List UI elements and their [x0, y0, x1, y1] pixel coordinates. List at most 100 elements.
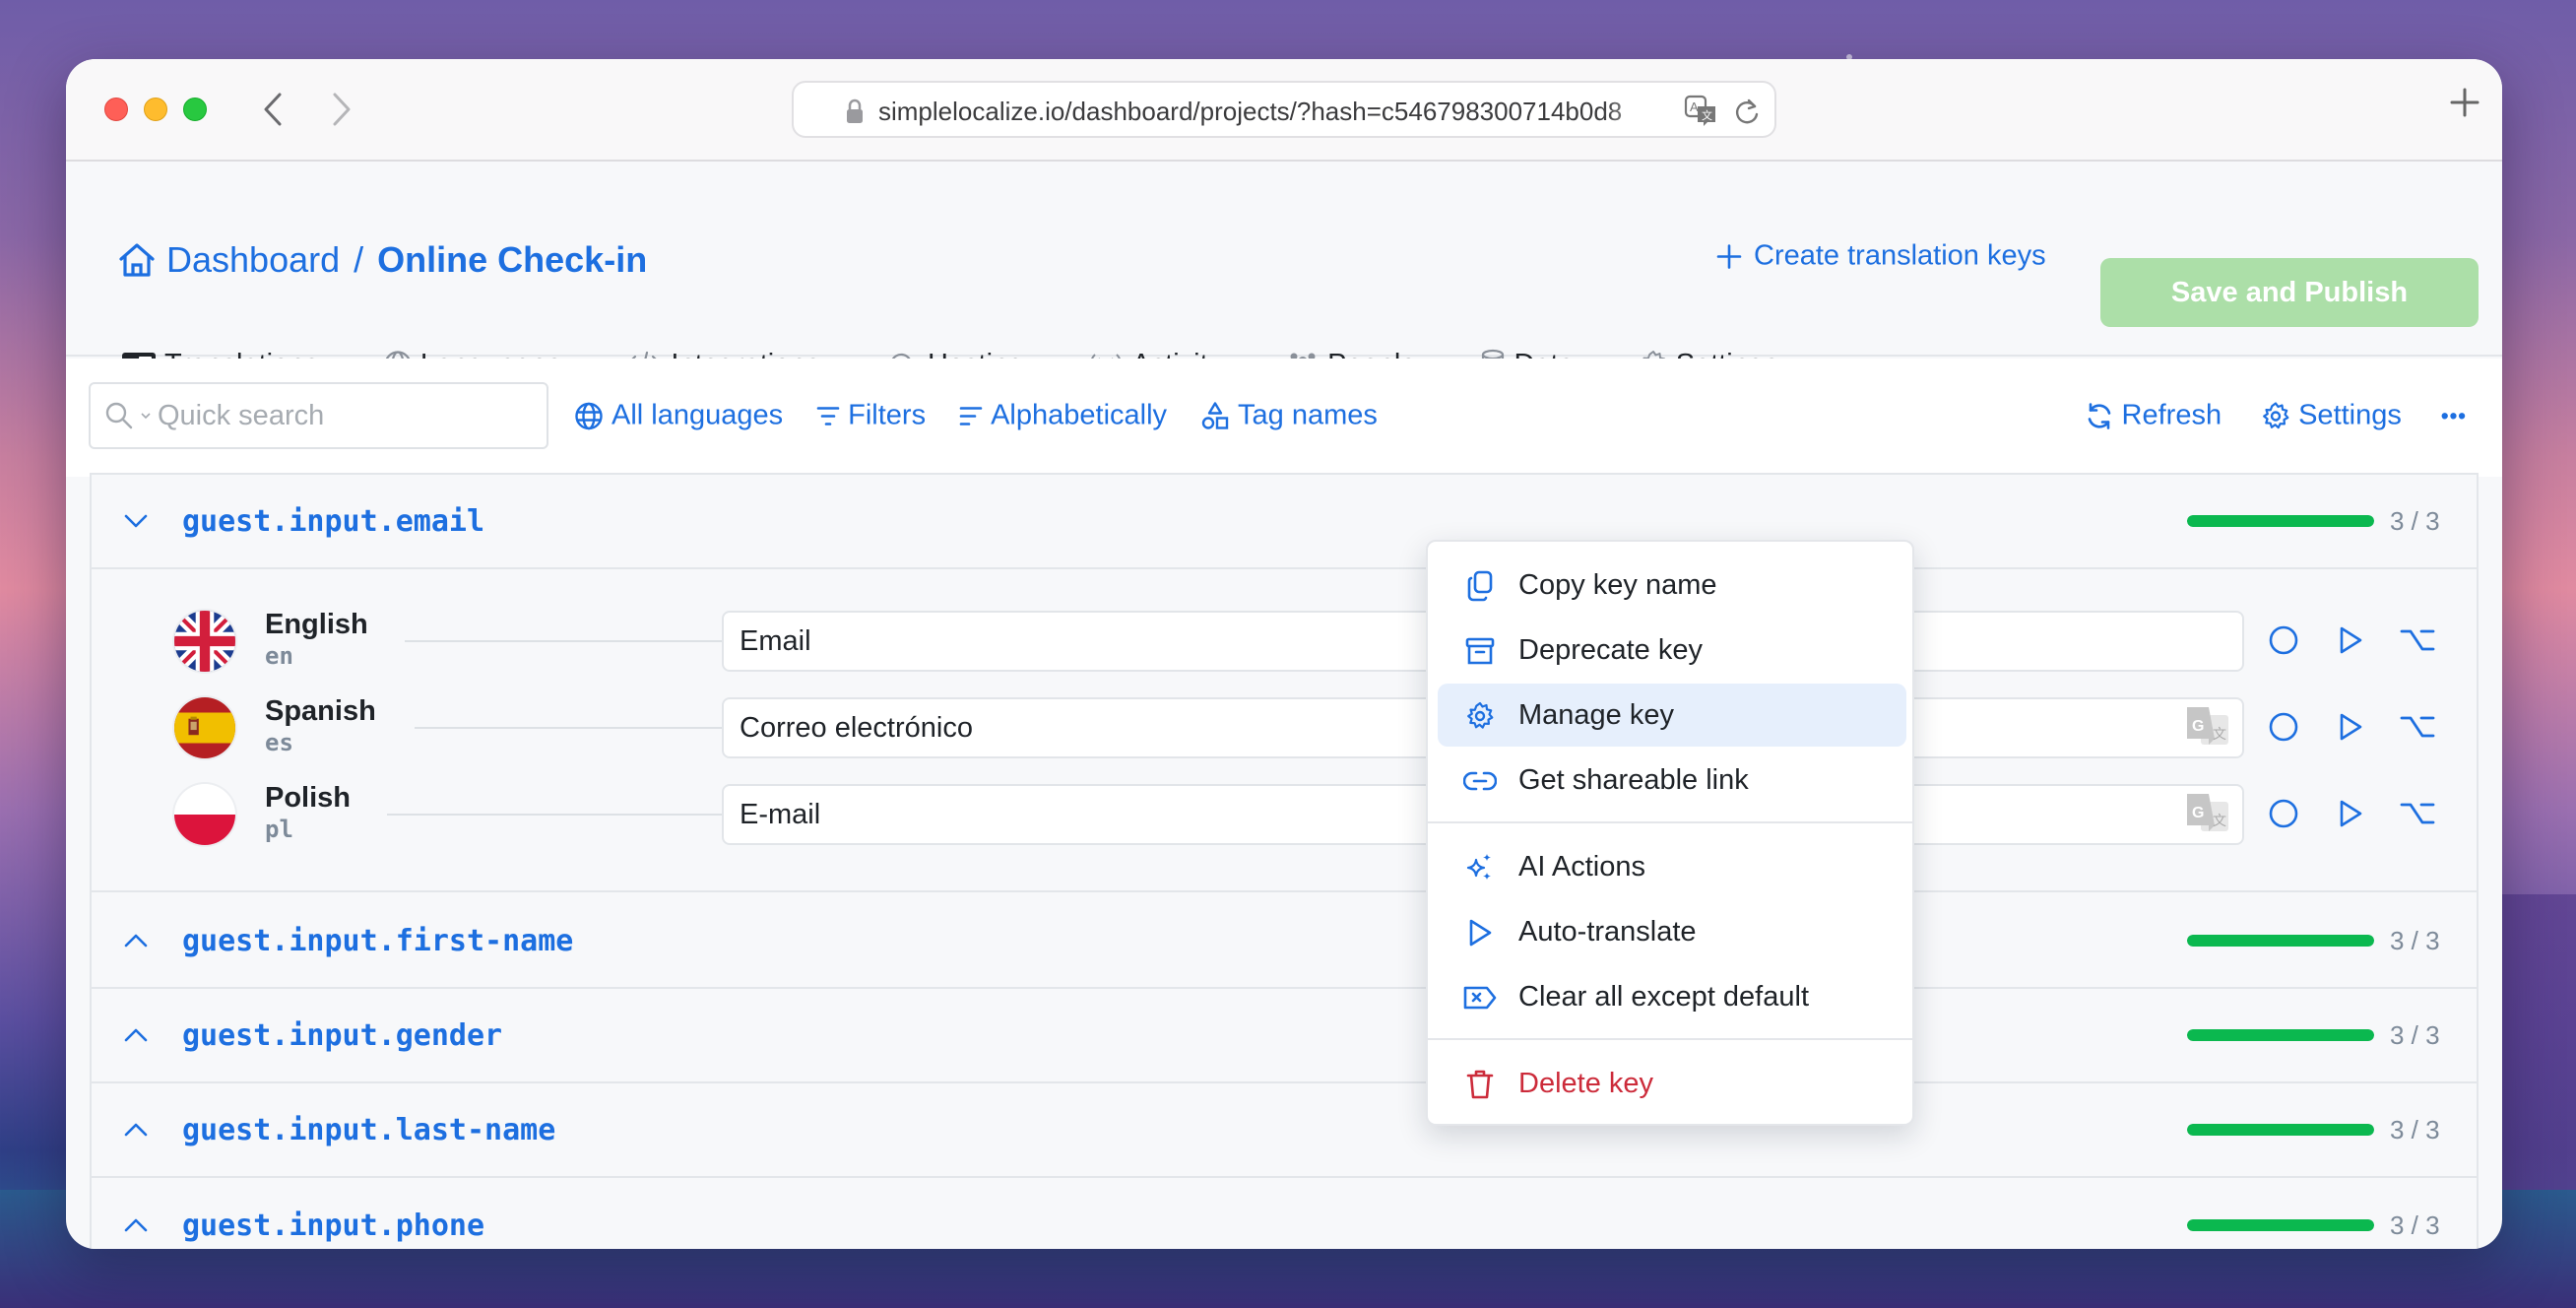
lock-icon — [847, 98, 863, 123]
search-icon — [105, 402, 133, 429]
chevron-down-icon[interactable] — [140, 411, 152, 421]
menu-item-clear-all-except-default[interactable]: Clear all except default — [1438, 965, 1906, 1028]
key-row[interactable]: guest.input.gender 3 / 3 — [92, 989, 2477, 1083]
svg-text:A: A — [1690, 99, 1699, 114]
option-key-icon[interactable] — [2396, 792, 2439, 835]
sparkles-icon — [1463, 851, 1497, 884]
auto-translate-play-icon[interactable] — [2329, 619, 2372, 662]
browser-window: simplelocalize.io/dashboard/projects/?ha… — [66, 59, 2502, 1249]
progress-label: 3 / 3 — [2390, 1019, 2440, 1050]
option-key-icon[interactable] — [2396, 619, 2439, 662]
svg-text:文: 文 — [2213, 814, 2226, 829]
chevron-up-icon[interactable] — [121, 1115, 151, 1144]
menu-divider — [1428, 821, 1912, 823]
copy-icon — [1463, 569, 1497, 603]
key-row[interactable]: guest.input.phone 3 / 3 — [92, 1178, 2477, 1249]
maximize-window-button[interactable] — [183, 98, 207, 121]
key-name[interactable]: guest.input.email — [182, 504, 484, 539]
menu-item-label: Get shareable link — [1518, 763, 1749, 796]
menu-item-auto-translate[interactable]: Auto-translate — [1438, 900, 1906, 963]
plus-icon — [1716, 243, 1742, 269]
chevron-up-icon[interactable] — [121, 1210, 151, 1240]
chevron-left-icon — [264, 93, 282, 126]
menu-item-deprecate-key[interactable]: Deprecate key — [1438, 619, 1906, 682]
option-key-icon[interactable] — [2396, 705, 2439, 749]
chevron-down-icon[interactable] — [121, 506, 151, 536]
new-tab-plus-icon[interactable] — [2449, 87, 2480, 118]
url-text[interactable]: simplelocalize.io/dashboard/projects/?ha… — [878, 97, 1666, 127]
filters-button[interactable]: Filters — [816, 400, 926, 432]
reload-icon[interactable] — [1733, 97, 1761, 126]
refresh-label: Refresh — [2121, 399, 2222, 431]
sort-alphabetically-label: Alphabetically — [991, 399, 1168, 431]
auto-translate-play-icon[interactable] — [2329, 705, 2372, 749]
progress-fill — [2187, 515, 2374, 527]
translate-page-icon[interactable]: A文 — [1684, 95, 1719, 128]
connector-line — [405, 640, 722, 642]
key-row[interactable]: guest.input.email 3 / 3 — [92, 475, 2477, 569]
more-dots-icon: ••• — [2440, 403, 2467, 427]
menu-item-get-shareable-link[interactable]: Get shareable link — [1438, 749, 1906, 812]
forward-button[interactable] — [322, 87, 361, 132]
review-status-circle-icon[interactable] — [2262, 705, 2305, 749]
menu-item-manage-key[interactable]: Manage key — [1438, 684, 1906, 747]
chevron-right-icon — [333, 93, 351, 126]
filter-bar: All languages Filters Alphabetically Tag… — [66, 359, 2502, 477]
key-row[interactable]: guest.input.last-name 3 / 3 — [92, 1083, 2477, 1178]
flag-poland-icon — [174, 784, 235, 845]
chevron-up-icon[interactable] — [121, 1020, 151, 1050]
menu-item-label: Delete key — [1518, 1067, 1654, 1099]
quick-search-input[interactable] — [158, 399, 512, 432]
key-name[interactable]: guest.input.last-name — [182, 1113, 555, 1147]
progress-fill — [2187, 1219, 2374, 1231]
key-translations: English en Spanish es G文 — [92, 570, 2477, 892]
key-row[interactable]: guest.input.first-name 3 / 3 — [92, 894, 2477, 989]
menu-item-delete-key[interactable]: Delete key — [1438, 1052, 1906, 1115]
filter-icon — [816, 406, 840, 425]
review-status-circle-icon[interactable] — [2262, 619, 2305, 662]
google-translate-icon[interactable]: G文 — [2185, 705, 2232, 757]
flag-spain-icon — [174, 697, 235, 758]
review-status-circle-icon[interactable] — [2262, 792, 2305, 835]
list-settings-button[interactable]: Settings — [2261, 400, 2402, 432]
menu-item-ai-actions[interactable]: AI Actions — [1438, 835, 1906, 898]
breadcrumb-current-project[interactable]: Online Check-in — [377, 239, 647, 281]
filter-links: All languages Filters Alphabetically Tag… — [574, 400, 1378, 432]
translation-progress-bar — [2187, 1124, 2374, 1136]
menu-item-label: Auto-translate — [1518, 915, 1697, 948]
translation-keys-list: guest.input.email 3 / 3 English en Email… — [90, 473, 2479, 1249]
minimize-window-button[interactable] — [144, 98, 167, 121]
refresh-button[interactable]: Refresh — [2085, 400, 2222, 432]
breadcrumb-dashboard-link[interactable]: Dashboard — [166, 239, 340, 281]
key-name[interactable]: guest.input.phone — [182, 1209, 484, 1243]
tag-names-button[interactable]: Tag names — [1200, 400, 1378, 432]
home-icon[interactable] — [117, 241, 157, 279]
google-translate-icon[interactable]: G文 — [2185, 792, 2232, 844]
close-window-button[interactable] — [104, 98, 128, 121]
trash-icon — [1463, 1068, 1497, 1101]
menu-item-copy-key-name[interactable]: Copy key name — [1438, 554, 1906, 617]
quick-search[interactable] — [89, 382, 548, 449]
link-icon — [1463, 764, 1497, 798]
refresh-icon — [2088, 402, 2110, 429]
key-name[interactable]: guest.input.first-name — [182, 924, 573, 958]
more-options-button[interactable]: ••• — [2441, 403, 2467, 428]
filters-label: Filters — [848, 399, 927, 431]
all-languages-button[interactable]: All languages — [574, 400, 783, 432]
create-translation-keys-button[interactable]: Create translation keys — [1716, 240, 2046, 273]
save-and-publish-button[interactable]: Save and Publish — [2100, 258, 2479, 327]
breadcrumb: Dashboard / Online Check-in — [117, 239, 647, 281]
clear-tag-icon — [1463, 981, 1497, 1014]
chevron-up-icon[interactable] — [121, 926, 151, 955]
svg-text:G: G — [2192, 805, 2204, 821]
progress-fill — [2187, 935, 2374, 947]
menu-divider — [1428, 1038, 1912, 1040]
language-code: es — [265, 729, 293, 756]
sort-alphabetically-button[interactable]: Alphabetically — [959, 400, 1167, 432]
key-name[interactable]: guest.input.gender — [182, 1018, 502, 1053]
auto-translate-play-icon[interactable] — [2329, 792, 2372, 835]
language-name: English — [265, 609, 368, 640]
address-bar[interactable]: simplelocalize.io/dashboard/projects/?ha… — [792, 81, 1776, 138]
back-button[interactable] — [253, 87, 292, 132]
menu-item-label: Clear all except default — [1518, 980, 1809, 1013]
